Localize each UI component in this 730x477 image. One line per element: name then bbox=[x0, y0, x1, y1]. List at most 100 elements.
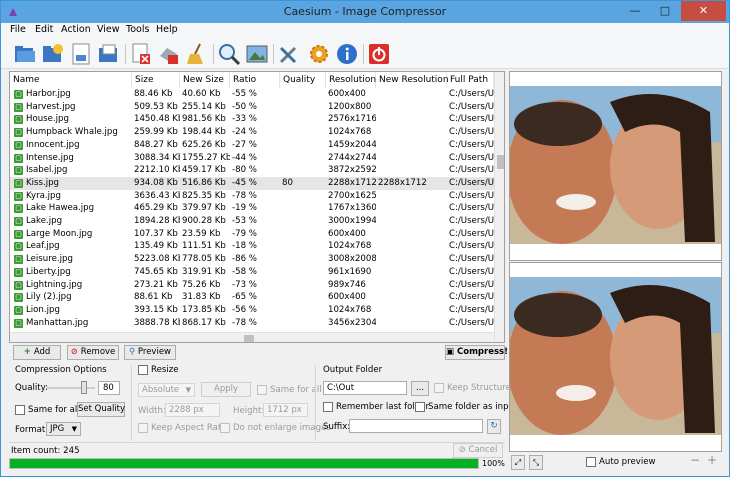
table-row[interactable]: ▢ Lily (2).jpg 88.61 Kb 31.83 Kb -65 % 600x40… bbox=[10, 291, 494, 304]
power-icon[interactable] bbox=[367, 42, 391, 66]
format-select[interactable]: JPG ▼ bbox=[46, 422, 81, 436]
cell-full-path: C:/Users/Use bbox=[449, 190, 494, 201]
resize-checkbox[interactable] bbox=[138, 365, 148, 375]
fit-to-window-icon[interactable]: ⤢ bbox=[511, 455, 525, 470]
info-icon[interactable] bbox=[335, 42, 359, 66]
zoom-in-icon[interactable]: + bbox=[707, 453, 717, 467]
magnifier-icon: ⚲ bbox=[128, 347, 138, 357]
title-bar[interactable]: Caesium - Image Compressor — □ ✕ bbox=[1, 1, 729, 23]
column-size[interactable]: Size bbox=[132, 72, 180, 88]
scrollbar-thumb[interactable] bbox=[497, 155, 504, 169]
keep-aspect-ratio-checkbox[interactable] bbox=[138, 423, 148, 433]
menu-edit[interactable]: Edit bbox=[35, 24, 53, 35]
vertical-scrollbar[interactable] bbox=[494, 72, 504, 342]
remember-last-folder-checkbox[interactable] bbox=[323, 402, 333, 412]
add-folder-icon[interactable] bbox=[41, 42, 65, 66]
actual-size-icon[interactable]: ⤡ bbox=[529, 455, 543, 470]
column-full-path[interactable]: Full Path bbox=[447, 72, 494, 88]
compressed-preview[interactable] bbox=[509, 262, 722, 452]
quality-slider[interactable] bbox=[47, 381, 95, 395]
table-row[interactable]: ▢ Lion.jpg 393.15 Kb 173.85 Kb -56 % 1024x768… bbox=[10, 304, 494, 317]
cell-ratio: -44 % bbox=[232, 152, 257, 163]
column-new-size[interactable]: New Size bbox=[180, 72, 230, 88]
table-row[interactable]: ▢ Leaf.jpg 135.49 Kb 111.51 Kb -18 % 1024x768… bbox=[10, 240, 494, 253]
zoom-out-icon[interactable]: − bbox=[690, 453, 700, 467]
preview-image-icon[interactable] bbox=[245, 42, 269, 66]
table-row[interactable]: ▢ Harvest.jpg 509.53 Kb 255.14 Kb -50 % 1200x… bbox=[10, 101, 494, 114]
cell-quality: 80 bbox=[282, 177, 293, 188]
table-row[interactable]: ▢ Humpback Whale.jpg 259.99 Kb 198.44 Kb -24… bbox=[10, 126, 494, 139]
toolbar-separator bbox=[363, 44, 364, 64]
menu-action[interactable]: Action bbox=[61, 24, 91, 35]
table-row[interactable]: ▢ Lake.jpg 1894.28 Kb 900.28 Kb -53 % 3000x19… bbox=[10, 215, 494, 228]
table-row[interactable]: ▢ Innocent.jpg 848.27 Kb 625.26 Kb -27 % 1459… bbox=[10, 139, 494, 152]
same-folder-as-input-checkbox[interactable] bbox=[415, 402, 425, 412]
table-row[interactable]: ▢ Lightning.jpg 273.21 Kb 75.26 Kb -73 % 989x… bbox=[10, 279, 494, 292]
menu-view[interactable]: View bbox=[97, 24, 120, 35]
table-row[interactable]: ▢ House.jpg 1450.48 Kb 981.56 Kb -33 % 2576x1… bbox=[10, 113, 494, 126]
column-new-resolution[interactable]: New Resolution bbox=[376, 72, 449, 88]
set-quality-button[interactable]: Set Quality bbox=[77, 402, 125, 417]
same-for-all-resize-checkbox[interactable] bbox=[257, 385, 267, 395]
apply-resize-button[interactable]: Apply bbox=[201, 382, 251, 397]
output-folder-input[interactable]: C:\Out bbox=[323, 381, 407, 395]
column-ratio[interactable]: Ratio bbox=[230, 72, 280, 88]
column-resolution[interactable]: Resolution bbox=[326, 72, 376, 88]
menu-help[interactable]: Help bbox=[156, 24, 178, 35]
maximize-button[interactable]: □ bbox=[651, 1, 679, 21]
table-row[interactable]: ▢ Leisure.jpg 5223.08 Kb 778.05 Kb -86 % 3008… bbox=[10, 253, 494, 266]
quality-spinbox[interactable]: 80 bbox=[98, 381, 120, 395]
slider-thumb[interactable] bbox=[80, 381, 87, 394]
table-row[interactable]: ▢ Manhattan.jpg 3888.78 Kb 868.17 Kb -78 % 34… bbox=[10, 317, 494, 330]
file-list[interactable]: Name Size New Size Ratio Quality Resolut… bbox=[9, 71, 505, 343]
chevron-down-icon: ▼ bbox=[185, 386, 191, 394]
auto-preview-checkbox[interactable] bbox=[586, 457, 596, 467]
toolbar-separator bbox=[125, 44, 126, 64]
close-button[interactable]: ✕ bbox=[681, 1, 726, 21]
browse-button[interactable]: ... bbox=[411, 381, 429, 396]
scrollbar-thumb[interactable] bbox=[244, 335, 254, 342]
table-row[interactable]: ▢ Harbor.jpg 88.46 Kb 40.60 Kb -55 % 600x400 C… bbox=[10, 88, 494, 101]
height-input[interactable]: 1712 px bbox=[263, 403, 308, 417]
resize-mode-select[interactable]: Absolute ▼ bbox=[138, 383, 195, 397]
jpg-file-icon: ▢ bbox=[14, 293, 23, 303]
menu-tools[interactable]: Tools bbox=[126, 24, 149, 35]
cell-size: 3636.43 Kb bbox=[134, 190, 180, 201]
original-preview[interactable] bbox=[509, 71, 722, 261]
settings-icon[interactable] bbox=[307, 42, 331, 66]
table-row[interactable]: ▢ Kiss.jpg 934.08 Kb 516.86 Kb -45 % 80 2288x1… bbox=[10, 176, 494, 190]
menu-file[interactable]: File bbox=[10, 24, 26, 35]
table-row[interactable]: ▢ Isabel.jpg 2212.10 Kb 459.17 Kb -80 % 3872x… bbox=[10, 164, 494, 177]
table-row[interactable]: ▢ Intense.jpg 3088.34 Kb 1755.27 Kb -44 % 274… bbox=[10, 152, 494, 165]
search-icon[interactable] bbox=[217, 42, 241, 66]
horizontal-scrollbar[interactable] bbox=[10, 332, 494, 342]
cancel-button[interactable]: ⊘ Cancel bbox=[453, 443, 503, 458]
clear-list-icon[interactable] bbox=[157, 42, 181, 66]
table-row[interactable]: ▢ Liberty.jpg 745.65 Kb 319.91 Kb -58 % 961x1… bbox=[10, 266, 494, 279]
table-row[interactable]: ▢ Kyra.jpg 3636.43 Kb 825.35 Kb -78 % 2700x16… bbox=[10, 190, 494, 203]
suffix-input[interactable] bbox=[349, 419, 483, 433]
do-not-enlarge-checkbox[interactable] bbox=[220, 423, 230, 433]
remove-button[interactable]: ⊘ Remove bbox=[67, 345, 119, 360]
same-for-all-quality-checkbox[interactable] bbox=[15, 405, 25, 415]
preview-button[interactable]: ⚲ Preview bbox=[124, 345, 176, 360]
remove-item-icon[interactable] bbox=[129, 42, 153, 66]
table-row[interactable]: ▢ Lake Hawea.jpg 465.29 Kb 379.97 Kb -19 % 17… bbox=[10, 202, 494, 215]
column-quality[interactable]: Quality bbox=[280, 72, 326, 88]
cell-resolution: 600x400 bbox=[328, 292, 366, 303]
export-icon[interactable] bbox=[97, 42, 121, 66]
compress-button[interactable]: ▣ Compress! bbox=[445, 345, 508, 360]
broom-icon[interactable] bbox=[185, 42, 209, 66]
save-icon[interactable] bbox=[69, 42, 93, 66]
keep-structure-checkbox[interactable] bbox=[434, 383, 444, 393]
width-input[interactable]: 2288 px bbox=[165, 403, 220, 417]
open-folder-icon[interactable] bbox=[13, 42, 37, 66]
add-button[interactable]: + Add bbox=[13, 345, 61, 360]
minimize-button[interactable]: — bbox=[621, 1, 649, 21]
table-row[interactable]: ▢ Large Moon.jpg 107.37 Kb 23.59 Kb -79 % 600… bbox=[10, 228, 494, 241]
column-name[interactable]: Name bbox=[10, 72, 132, 88]
remove-icon: ⊘ bbox=[70, 347, 81, 357]
tools-icon[interactable] bbox=[277, 42, 301, 66]
cell-name: Lightning.jpg bbox=[26, 279, 83, 290]
refresh-icon[interactable]: ↻ bbox=[487, 419, 501, 434]
